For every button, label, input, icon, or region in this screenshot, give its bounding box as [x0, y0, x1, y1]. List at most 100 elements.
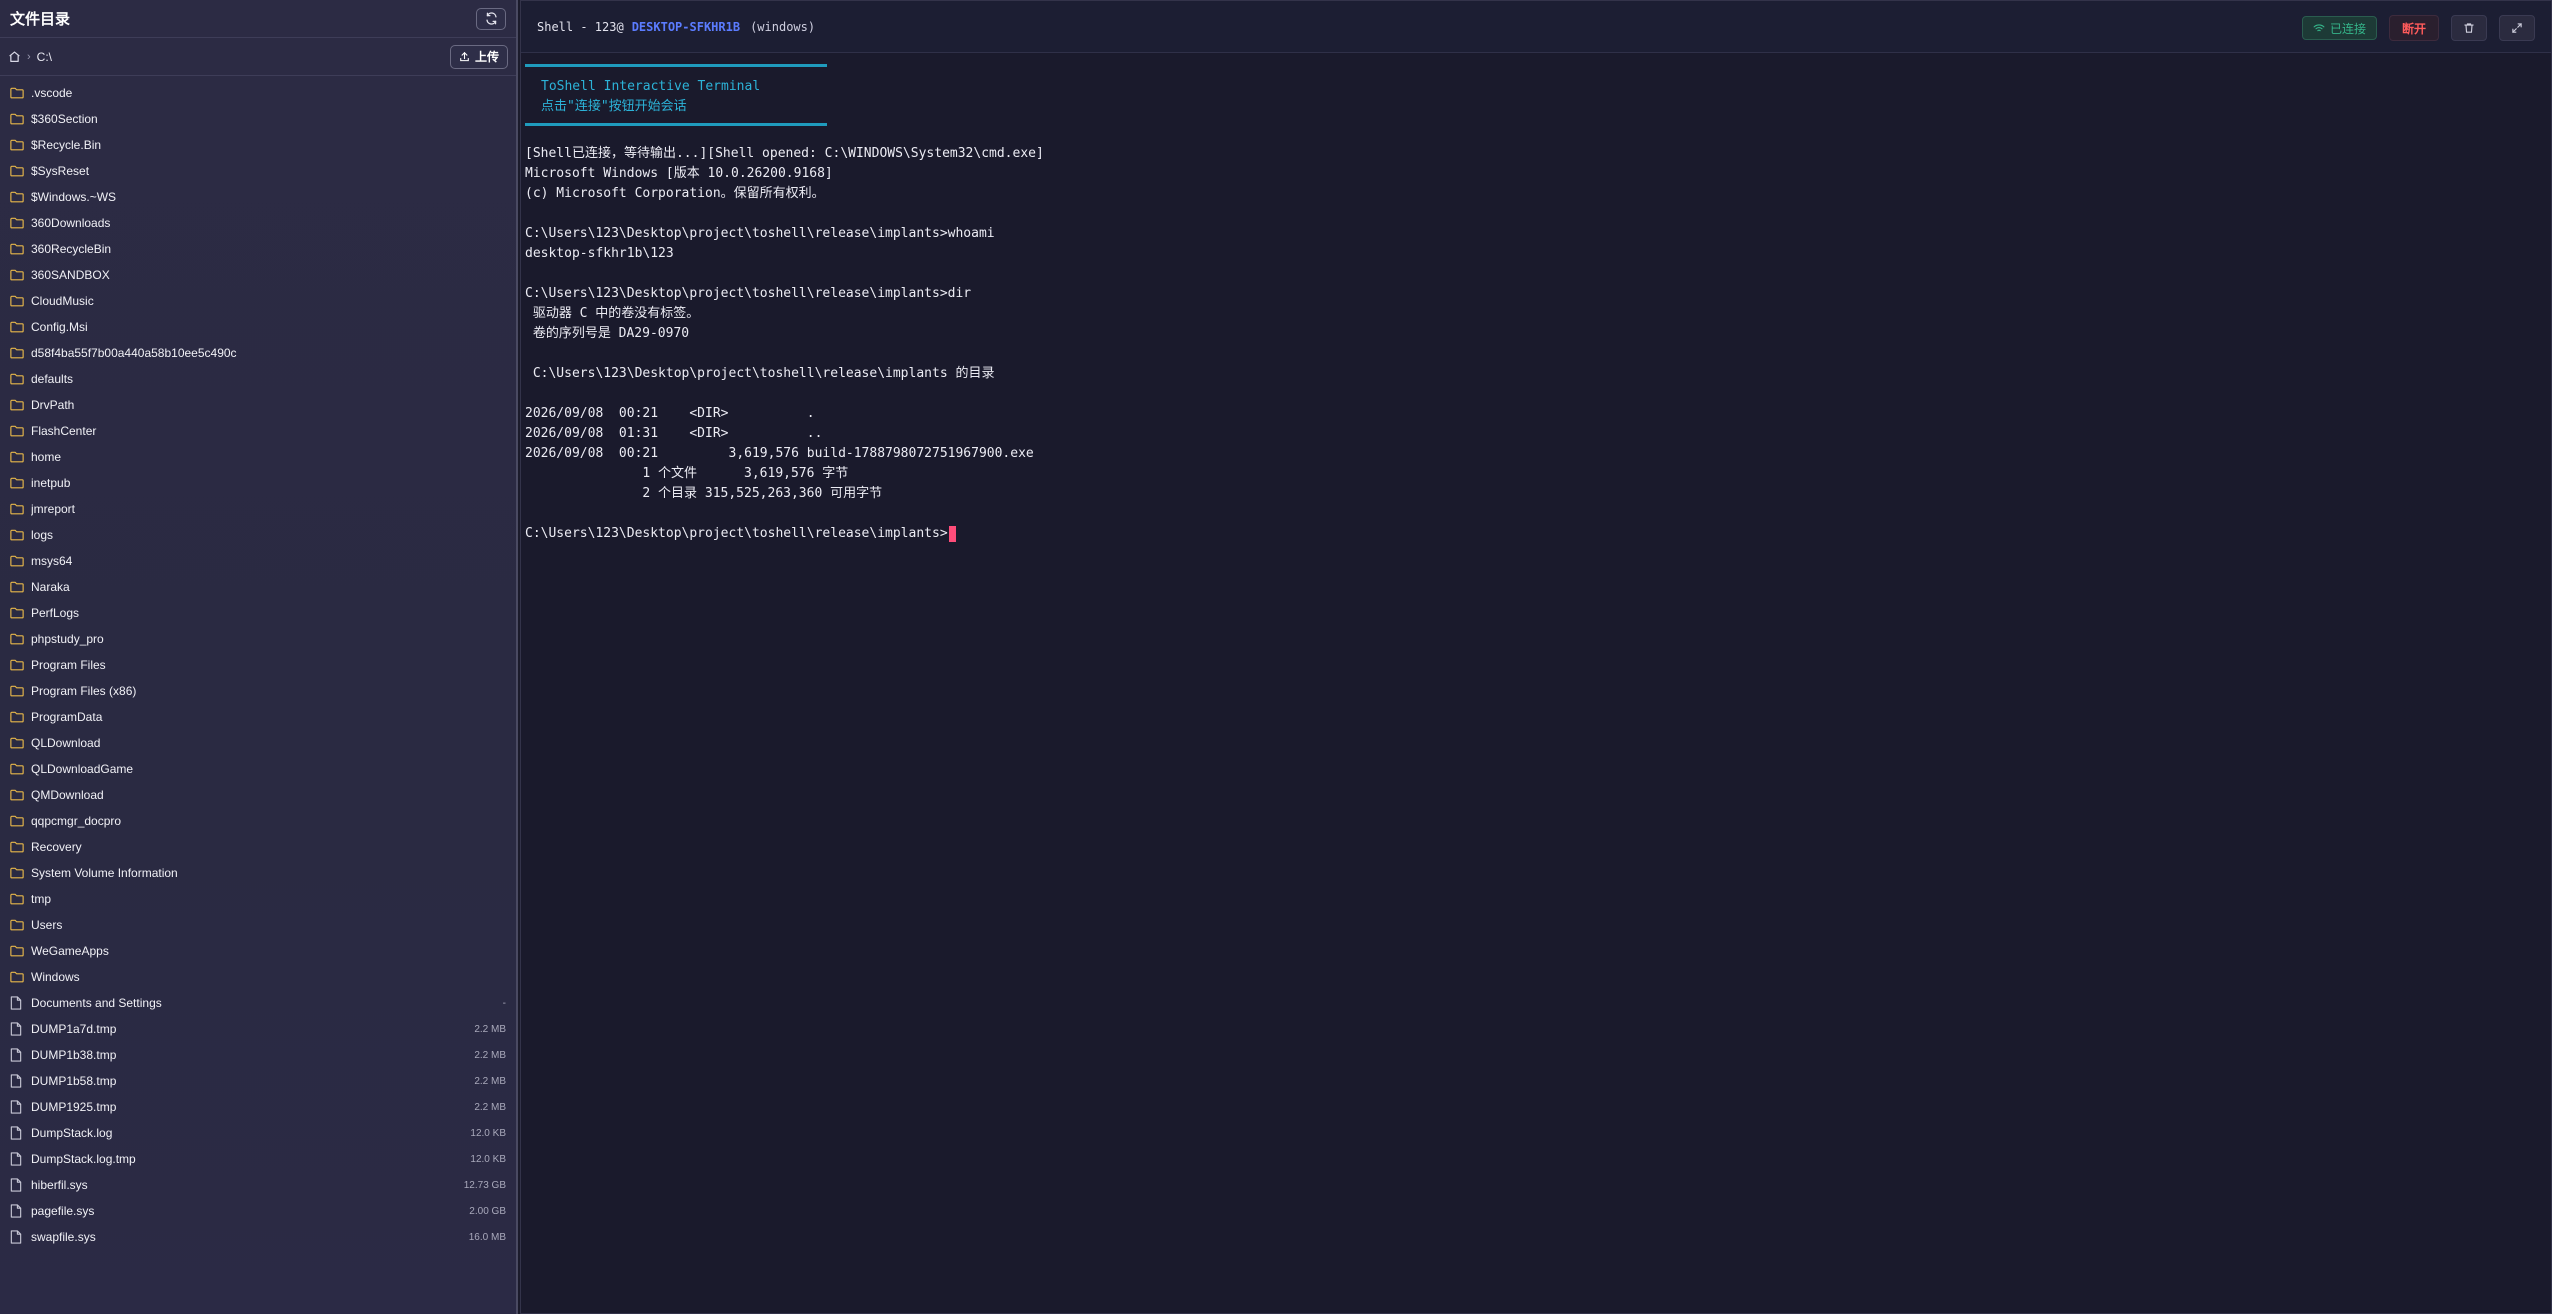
item-name: d58f4ba55f7b00a440a58b10ee5c490c [31, 346, 237, 360]
folder-row[interactable]: FlashCenter [0, 418, 516, 444]
file-row[interactable]: DUMP1b38.tmp 2.2 MB [0, 1042, 516, 1068]
folder-icon [10, 216, 24, 230]
file-row[interactable]: hiberfil.sys 12.73 GB [0, 1172, 516, 1198]
breadcrumb-bar: › C:\ 上传 [0, 38, 516, 76]
folder-row[interactable]: Program Files [0, 652, 516, 678]
folder-row[interactable]: ProgramData [0, 704, 516, 730]
terminal-line: 卷的序列号是 DA29-0970 [525, 326, 690, 341]
file-row[interactable]: DUMP1b58.tmp 2.2 MB [0, 1068, 516, 1094]
file-row[interactable]: DumpStack.log.tmp 12.0 KB [0, 1146, 516, 1172]
connection-status-label: 已连接 [2329, 21, 2366, 36]
folder-row[interactable]: System Volume Information [0, 860, 516, 886]
refresh-button[interactable] [476, 7, 506, 30]
folder-row[interactable]: QLDownload [0, 730, 516, 756]
file-row[interactable]: DUMP1a7d.tmp 2.2 MB [0, 1016, 516, 1042]
terminal-line: 1 个文件 3,619,576 字节 [525, 466, 849, 481]
folder-row[interactable]: $360Section [0, 106, 516, 132]
item-name: 360Downloads [31, 216, 111, 230]
folder-row[interactable]: Windows [0, 964, 516, 990]
folder-row[interactable]: QMDownload [0, 782, 516, 808]
folder-icon [10, 86, 24, 100]
connection-status-badge: 已连接 [2301, 16, 2377, 40]
file-row[interactable]: DUMP1925.tmp 2.2 MB [0, 1094, 516, 1120]
terminal-panel: Shell - 123@ DESKTOP-SFKHR1B (windows) 已… [520, 0, 2552, 1314]
item-name: $360Section [31, 112, 98, 126]
file-row[interactable]: swapfile.sys 16.0 MB [0, 1224, 516, 1250]
item-size: 16.0 MB [468, 1231, 506, 1243]
folder-row[interactable]: msys64 [0, 548, 516, 574]
terminal-prompt: C:\Users\123\Desktop\project\toshell\rel… [525, 526, 948, 541]
breadcrumb-current-path[interactable]: C:\ [37, 50, 52, 64]
folder-row[interactable]: jmreport [0, 496, 516, 522]
folder-icon [10, 866, 24, 880]
folder-icon [10, 242, 24, 256]
terminal-line: Microsoft Windows [版本 10.0.26200.9168] [525, 166, 833, 181]
folder-row[interactable]: defaults [0, 366, 516, 392]
file-list: .vscode $360Section $Recycle.Bin $SysReset $… [0, 80, 516, 1250]
folder-row[interactable]: 360SANDBOX [0, 262, 516, 288]
item-size: 12.0 KB [470, 1127, 506, 1139]
item-name: DumpStack.log [31, 1126, 113, 1140]
file-icon [10, 1152, 24, 1166]
terminal-hostname: DESKTOP-SFKHR1B [631, 19, 741, 34]
file-row[interactable]: Documents and Settings - [0, 990, 516, 1016]
item-name: WeGameApps [31, 944, 109, 958]
item-name: Program Files (x86) [31, 684, 137, 698]
item-name: $Recycle.Bin [31, 138, 102, 152]
folder-row[interactable]: tmp [0, 886, 516, 912]
folder-icon [10, 372, 24, 386]
folder-row[interactable]: Config.Msi [0, 314, 516, 340]
item-name: QMDownload [31, 788, 104, 802]
folder-row[interactable]: PerfLogs [0, 600, 516, 626]
folder-row[interactable]: WeGameApps [0, 938, 516, 964]
folder-icon [10, 528, 24, 542]
home-icon[interactable] [8, 50, 21, 63]
trash-icon [2464, 23, 2474, 33]
folder-icon [10, 762, 24, 776]
banner-subtitle: 点击"连接"按钮开始会话 [541, 99, 687, 114]
item-name: pagefile.sys [31, 1204, 95, 1218]
disconnect-button[interactable]: 断开 [2388, 15, 2439, 41]
folder-row[interactable]: Naraka [0, 574, 516, 600]
folder-icon [10, 424, 24, 438]
terminal-line: C:\Users\123\Desktop\project\toshell\rel… [525, 286, 972, 301]
folder-row[interactable]: inetpub [0, 470, 516, 496]
folder-row[interactable]: home [0, 444, 516, 470]
refresh-icon [485, 12, 497, 25]
fullscreen-button[interactable] [2499, 15, 2535, 41]
terminal-output[interactable]: ToShell Interactive Terminal 点击"连接"按钮开始会… [525, 61, 2545, 544]
disconnect-label: 断开 [2401, 21, 2426, 36]
folder-row[interactable]: QLDownloadGame [0, 756, 516, 782]
folder-row[interactable]: phpstudy_pro [0, 626, 516, 652]
folder-row[interactable]: $SysReset [0, 158, 516, 184]
file-row[interactable]: pagefile.sys 2.00 GB [0, 1198, 516, 1224]
terminal-prompt-line[interactable]: C:\Users\123\Desktop\project\toshell\rel… [525, 524, 2545, 544]
app-window: 文件目录 › C:\ 上传 .vscode $360Section $Recyc… [0, 0, 2552, 1314]
item-name: DumpStack.log.tmp [31, 1152, 136, 1166]
folder-row[interactable]: Recovery [0, 834, 516, 860]
upload-button[interactable]: 上传 [449, 44, 508, 69]
folder-row[interactable]: Program Files (x86) [0, 678, 516, 704]
item-name: defaults [31, 372, 74, 386]
folder-row[interactable]: Users [0, 912, 516, 938]
folder-row[interactable]: 360Downloads [0, 210, 516, 236]
folder-icon [10, 112, 24, 126]
clear-terminal-button[interactable] [2451, 15, 2487, 41]
folder-row[interactable]: d58f4ba55f7b00a440a58b10ee5c490c [0, 340, 516, 366]
folder-row[interactable]: qqpcmgr_docpro [0, 808, 516, 834]
folder-row[interactable]: .vscode [0, 80, 516, 106]
folder-row[interactable]: CloudMusic [0, 288, 516, 314]
folder-row[interactable]: DrvPath [0, 392, 516, 418]
folder-row[interactable]: $Recycle.Bin [0, 132, 516, 158]
folder-row[interactable]: $Windows.~WS [0, 184, 516, 210]
folder-row[interactable]: logs [0, 522, 516, 548]
item-name: QLDownload [31, 736, 101, 750]
item-name: Config.Msi [31, 320, 88, 334]
file-row[interactable]: DumpStack.log 12.0 KB [0, 1120, 516, 1146]
folder-row[interactable]: 360RecycleBin [0, 236, 516, 262]
upload-icon [460, 51, 469, 62]
item-size: 12.0 KB [470, 1153, 506, 1165]
